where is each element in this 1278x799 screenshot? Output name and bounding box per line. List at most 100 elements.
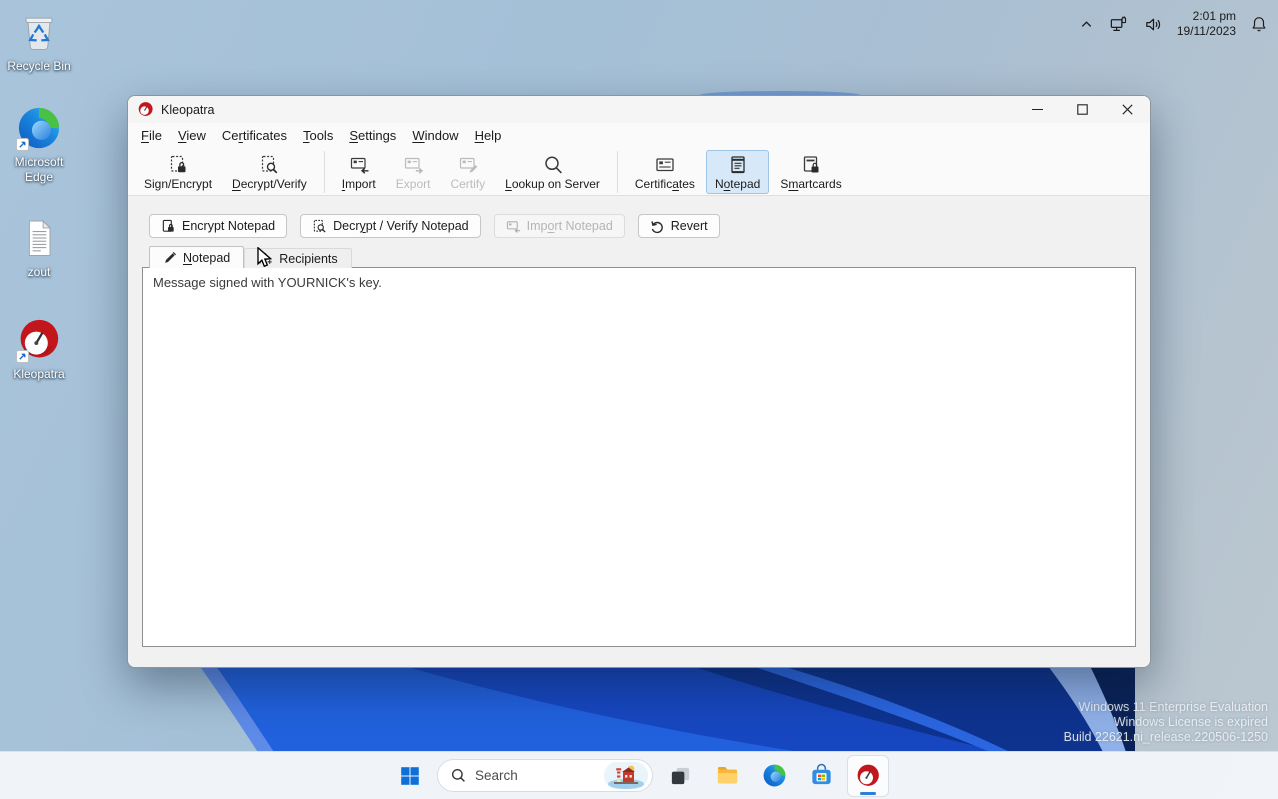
pencil-icon (165, 251, 177, 263)
tray-chevron-up-icon[interactable] (1076, 14, 1097, 35)
toolbar-certify: Certify (441, 150, 494, 194)
toolbar-lookup-on-server[interactable]: Lookup on Server (496, 150, 609, 194)
titlebar[interactable]: Kleopatra (128, 96, 1150, 123)
toolbar-label: Notepad (714, 176, 761, 191)
desktop-icon-recycle-bin[interactable]: Recycle Bin (0, 8, 78, 74)
tab-label: Notepad (183, 250, 231, 265)
desktop-icon-label: zout (27, 265, 51, 279)
tab-label: Recipients (279, 251, 338, 266)
document-lock-icon (162, 219, 174, 232)
menu-settings[interactable]: Settings (341, 125, 404, 146)
toolbar-smartcards[interactable]: Smartcards (771, 150, 850, 194)
toolbar-decrypt-verify[interactable]: Decrypt/Verify (223, 150, 316, 194)
card-arrow-in-icon (506, 220, 520, 233)
file-explorer-icon (717, 767, 737, 784)
window-title: Kleopatra (161, 102, 215, 117)
button-label: Encrypt Notepad (182, 219, 276, 233)
search-icon (542, 154, 564, 176)
notepad-pane: Encrypt Notepad Decrypt / Verify Notepad… (128, 196, 1150, 667)
recycle-bin-icon (15, 8, 63, 56)
taskbar-search[interactable] (437, 759, 653, 792)
shortcut-arrow-icon (16, 138, 29, 151)
tab-notepad[interactable]: Notepad (149, 246, 245, 268)
toolbar-separator (616, 150, 618, 193)
start-button[interactable] (390, 756, 430, 796)
import-notepad-button: Import Notepad (493, 214, 625, 238)
toolbar-label: Export (395, 176, 431, 191)
toolbar-notepad[interactable]: Notepad (705, 149, 770, 194)
notepad-icon (727, 154, 749, 176)
toolbar-label: Certificates (634, 176, 695, 191)
file-explorer-button[interactable] (707, 756, 747, 796)
toolbar-sign-encrypt[interactable]: Sign/Encrypt (135, 150, 221, 194)
edge-icon (15, 104, 63, 152)
card-arrow-out-icon (402, 154, 424, 176)
document-search-icon (313, 219, 326, 232)
volume-icon[interactable] (1140, 11, 1167, 38)
desktop-icon-kleopatra[interactable]: Kleopatra (0, 316, 78, 382)
notepad-text-area[interactable]: Message signed with YOURNICK's key. (142, 267, 1136, 647)
close-button[interactable] (1105, 96, 1150, 123)
shortcut-arrow-icon (16, 350, 29, 363)
menu-file[interactable]: File (133, 125, 170, 146)
desktop-icon-label: Microsoft Edge (14, 155, 64, 184)
task-view-icon (671, 767, 689, 785)
kleopatra-app-icon (137, 101, 154, 118)
desktop-icon-label: Recycle Bin (7, 59, 71, 73)
notepad-tabbar: Notepad Recipients (149, 246, 1136, 268)
encrypt-notepad-button[interactable]: Encrypt Notepad (149, 214, 288, 238)
toolbar-label: Import (341, 176, 376, 191)
menu-certificates[interactable]: Certificates (214, 125, 295, 146)
watermark-line: Windows License is expired (1113, 715, 1268, 729)
toolbar-label: Certify (450, 176, 486, 191)
windows-logo-icon (401, 766, 419, 785)
tray-time: 2:01 pm (1192, 9, 1236, 23)
menubar: File View Certificates Tools Settings Wi… (128, 123, 1150, 148)
edge-icon (763, 764, 785, 787)
toolbar: Sign/Encrypt Decrypt/Verify Import Expor… (128, 148, 1150, 196)
notepad-actions: Encrypt Notepad Decrypt / Verify Notepad… (149, 214, 1136, 238)
menu-help[interactable]: Help (467, 125, 510, 146)
card-arrow-in-icon (348, 154, 370, 176)
tray-clock[interactable]: 2:01 pm 19/11/2023 (1175, 9, 1238, 39)
decrypt-verify-notepad-button[interactable]: Decrypt / Verify Notepad (300, 214, 481, 238)
desktop-icon-zout[interactable]: zout (0, 214, 78, 280)
microsoft-store-icon (811, 763, 831, 785)
desktop-icon-microsoft-edge[interactable]: Microsoft Edge (0, 104, 78, 185)
network-icon[interactable] (1105, 11, 1132, 38)
toolbar-certificates[interactable]: Certificates (626, 150, 704, 194)
text-file-icon (15, 214, 63, 262)
kleopatra-icon (857, 764, 879, 786)
kleopatra-taskbar-button[interactable] (848, 755, 888, 796)
task-view-button[interactable] (660, 756, 700, 796)
minimize-button[interactable] (1015, 96, 1060, 123)
taskbar (0, 751, 1278, 799)
menu-window[interactable]: Window (404, 125, 466, 146)
watermark-line: Windows 11 Enterprise Evaluation (1078, 700, 1268, 714)
smartcard-reader-icon (800, 154, 822, 176)
document-search-icon (258, 154, 280, 176)
notification-bell-icon[interactable] (1246, 11, 1272, 37)
toolbar-label: Decrypt/Verify (232, 176, 307, 191)
search-input[interactable] (475, 768, 595, 783)
toolbar-import[interactable]: Import (333, 150, 385, 194)
windows-watermark: Windows 11 Enterprise Evaluation Windows… (1064, 700, 1268, 745)
wallpaper-bloom (197, 662, 1135, 752)
maximize-button[interactable] (1060, 96, 1105, 123)
button-label: Decrypt / Verify Notepad (333, 219, 469, 233)
card-pen-icon (457, 154, 479, 176)
kleopatra-window: Kleopatra File View Certificates Tools S… (127, 95, 1151, 668)
document-lock-icon (167, 154, 189, 176)
microsoft-store-button[interactable] (801, 756, 841, 796)
search-icon (451, 768, 465, 782)
menu-view[interactable]: View (170, 125, 214, 146)
kleopatra-icon (15, 316, 63, 364)
toolbar-export: Export (387, 150, 440, 194)
desktop-icon-label: Kleopatra (13, 367, 65, 381)
edge-button[interactable] (754, 756, 794, 796)
toolbar-label: Smartcards (780, 176, 842, 191)
revert-button[interactable]: Revert (637, 214, 720, 238)
button-label: Revert (670, 219, 708, 233)
menu-tools[interactable]: Tools (295, 125, 341, 146)
search-daily-image[interactable] (604, 762, 648, 789)
